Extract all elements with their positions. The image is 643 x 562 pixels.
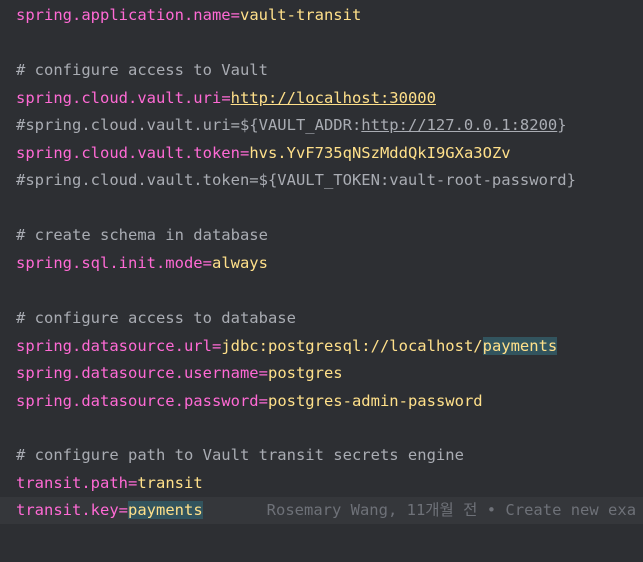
code-line-13[interactable]: spring.datasource.url=jdbc:postgresql://… xyxy=(0,333,643,360)
highlighted-occurrence: payments xyxy=(128,501,203,519)
property-key: spring.cloud.vault.token xyxy=(16,144,240,162)
equals-sign: = xyxy=(258,364,268,382)
equals-sign: = xyxy=(258,392,268,410)
commented-property-suffix: } xyxy=(557,116,567,134)
property-value: hvs.YvF735qNSzMddQkI9GXa3OZv xyxy=(249,144,511,162)
property-key: spring.datasource.url xyxy=(16,337,212,355)
code-line-9[interactable]: # create schema in database xyxy=(0,222,643,249)
property-key: spring.datasource.password xyxy=(16,392,259,410)
comment: # configure access to Vault xyxy=(16,61,268,79)
equals-sign: = xyxy=(211,337,222,355)
property-value: jdbc:postgresql://localhost/ xyxy=(221,337,483,355)
property-key: transit.key xyxy=(16,501,119,519)
equals-sign: = xyxy=(230,6,240,24)
url-link[interactable]: http://localhost:30000 xyxy=(231,89,436,107)
code-editor[interactable]: spring.application.name=vault-transit # … xyxy=(0,0,643,562)
url-link[interactable]: http://127.0.0.1:8200 xyxy=(361,116,557,134)
code-line-15[interactable]: spring.datasource.password=postgres-admi… xyxy=(0,388,643,415)
comment: # create schema in database xyxy=(16,226,268,244)
equals-sign: = xyxy=(221,89,231,107)
property-value: postgres-admin-password xyxy=(267,392,483,410)
property-key: spring.sql.init.mode xyxy=(16,254,203,272)
equals-sign: = xyxy=(239,144,250,162)
property-key: spring.datasource.username xyxy=(16,364,259,382)
property-key: transit.path xyxy=(16,474,128,492)
code-line-1[interactable]: spring.application.name=vault-transit xyxy=(0,2,643,29)
highlighted-occurrence: payments xyxy=(482,337,558,355)
commented-property: #spring.cloud.vault.token=${VAULT_TOKEN:… xyxy=(16,171,576,189)
property-key: spring.application.name xyxy=(16,6,231,24)
property-value: postgres xyxy=(267,364,343,382)
code-line-6[interactable]: spring.cloud.vault.token=hvs.YvF735qNSzM… xyxy=(0,140,643,167)
property-key: spring.cloud.vault.uri xyxy=(16,89,222,107)
equals-sign: = xyxy=(127,474,138,492)
comment: # configure access to database xyxy=(16,309,296,327)
git-blame-annotation: Rosemary Wang, 11개월 전 • Create new exa xyxy=(266,501,637,519)
comment: # configure path to Vault transit secret… xyxy=(16,446,464,464)
code-line-18[interactable]: transit.path=transit xyxy=(0,470,643,497)
commented-property: #spring.cloud.vault.uri=${VAULT_ADDR: xyxy=(16,116,362,134)
code-line-3[interactable]: # configure access to Vault xyxy=(0,57,643,84)
code-line-12[interactable]: # configure access to database xyxy=(0,305,643,332)
code-line-10[interactable]: spring.sql.init.mode=always xyxy=(0,250,643,277)
code-line-7[interactable]: #spring.cloud.vault.token=${VAULT_TOKEN:… xyxy=(0,167,643,194)
property-value: always xyxy=(211,254,268,272)
code-line-5[interactable]: #spring.cloud.vault.uri=${VAULT_ADDR:htt… xyxy=(0,112,643,139)
equals-sign: = xyxy=(202,254,212,272)
property-value: vault-transit xyxy=(239,6,362,24)
code-line-17[interactable]: # configure path to Vault transit secret… xyxy=(0,442,643,469)
code-line-14[interactable]: spring.datasource.username=postgres xyxy=(0,360,643,387)
code-line-4[interactable]: spring.cloud.vault.uri=http://localhost:… xyxy=(0,85,643,112)
equals-sign: = xyxy=(118,501,128,519)
property-value: transit xyxy=(137,474,203,492)
code-line-19-current[interactable]: transit.key=payments Rosemary Wang, 11개월 … xyxy=(0,497,643,524)
